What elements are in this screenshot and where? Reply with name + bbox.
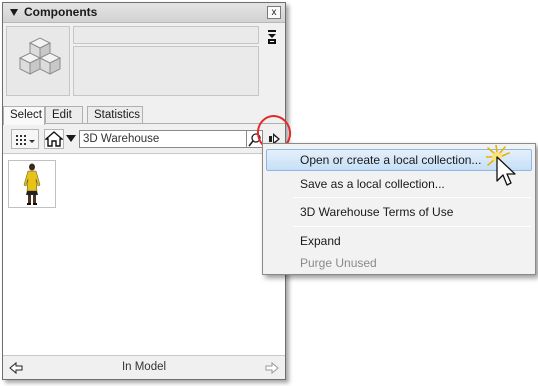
- select-toolbar: [3, 125, 285, 153]
- menu-separator: [293, 197, 531, 198]
- panel-titlebar[interactable]: Components x: [3, 3, 285, 23]
- menu-item-purge-unused: Purge Unused: [266, 252, 532, 274]
- close-button[interactable]: x: [267, 6, 281, 19]
- tab-statistics[interactable]: Statistics: [87, 106, 143, 124]
- forward-arrow-icon: [265, 361, 279, 375]
- menu-item-terms-of-use[interactable]: 3D Warehouse Terms of Use: [266, 201, 532, 223]
- display-secondary-pane-button[interactable]: [267, 29, 277, 45]
- tab-strip: Select Edit Statistics: [3, 106, 285, 125]
- components-panel: Components x Select Edit Statistics 3D W…: [2, 2, 286, 380]
- tab-label: Select: [10, 109, 42, 121]
- tab-select[interactable]: Select: [3, 106, 45, 125]
- tab-label: Edit: [52, 109, 72, 121]
- triangle-down-icon[interactable]: [10, 9, 18, 16]
- menu-separator: [293, 226, 531, 227]
- menu-item-label: Open or create a local collection...: [300, 153, 482, 167]
- component-description-field[interactable]: [73, 46, 259, 96]
- tab-divider: [3, 123, 285, 124]
- tab-edit[interactable]: Edit: [45, 106, 83, 124]
- menu-item-label: Expand: [300, 234, 341, 248]
- panel-title: Components: [24, 5, 98, 19]
- menu-item-expand[interactable]: Expand: [266, 230, 532, 252]
- component-cubes-icon: [18, 37, 62, 75]
- close-icon: x: [271, 7, 277, 18]
- view-options-button[interactable]: [11, 129, 39, 149]
- mouse-cursor: [485, 144, 526, 193]
- menu-item-label: Purge Unused: [300, 256, 377, 270]
- tab-label: Statistics: [94, 109, 141, 121]
- forward-button[interactable]: [265, 361, 279, 375]
- dropdown-arrow-icon[interactable]: [66, 135, 76, 142]
- component-thumbnail[interactable]: [8, 160, 56, 208]
- component-preview: [6, 26, 70, 96]
- menu-item-label: 3D Warehouse Terms of Use: [300, 205, 454, 219]
- pointer-icon: [485, 144, 516, 186]
- status-bar: In Model: [3, 355, 285, 379]
- component-name-field[interactable]: [73, 26, 259, 44]
- home-icon: [44, 131, 64, 147]
- grid-view-icon: [16, 135, 35, 145]
- person-figure-icon: [23, 163, 41, 205]
- status-text: In Model: [121, 361, 167, 373]
- menu-item-label: Save as a local collection...: [300, 177, 445, 191]
- home-button[interactable]: [44, 129, 64, 149]
- components-list: [3, 153, 285, 355]
- search-input[interactable]: [79, 130, 247, 148]
